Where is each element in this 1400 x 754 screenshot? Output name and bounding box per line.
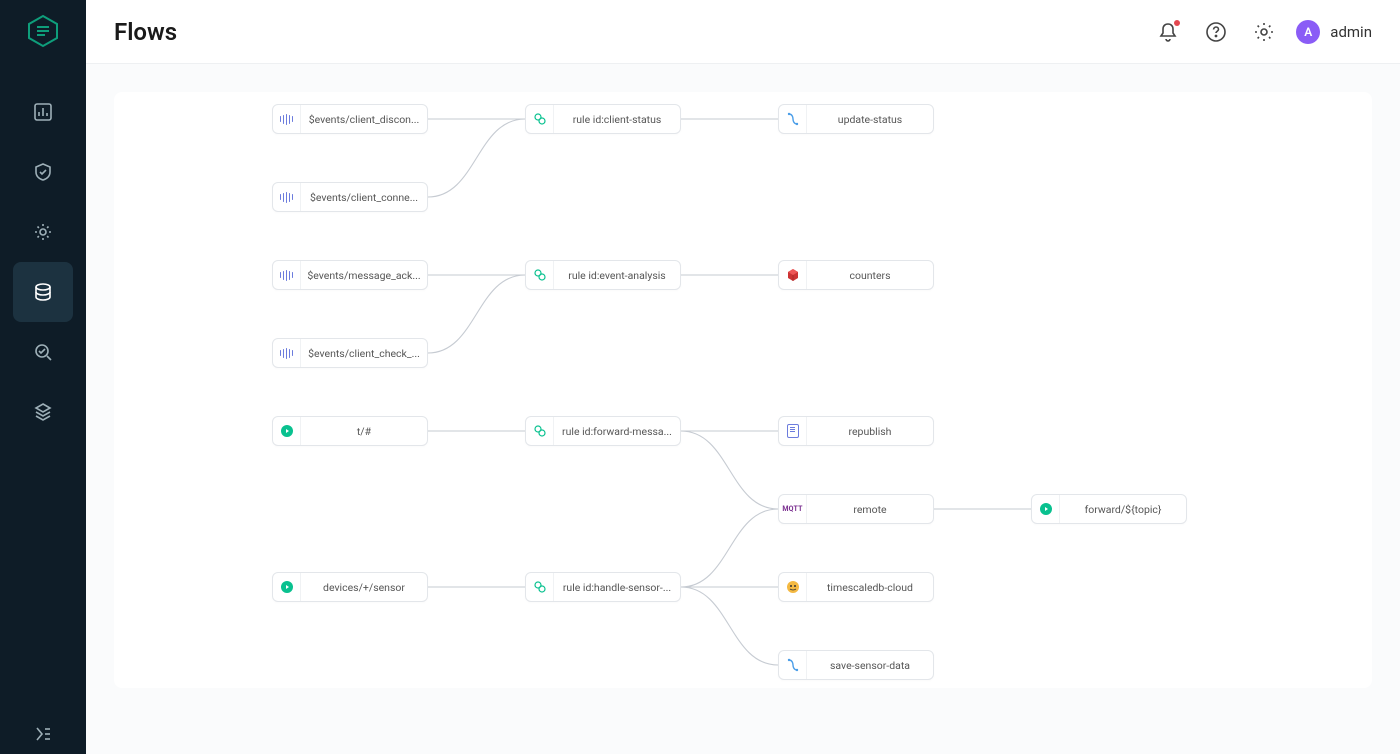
flow-node[interactable]: rule id:forward-messa... bbox=[525, 416, 681, 446]
republish-icon bbox=[787, 424, 799, 438]
flow-node-label: save-sensor-data bbox=[807, 659, 933, 672]
rule-icon bbox=[534, 269, 546, 281]
topic-icon bbox=[281, 425, 293, 437]
sidebar-item-diagnose[interactable] bbox=[13, 322, 73, 382]
flow-node-label: $events/message_ack... bbox=[301, 269, 427, 282]
flow-node[interactable]: save-sensor-data bbox=[778, 650, 934, 680]
flow-node[interactable]: devices/+/sensor bbox=[272, 572, 428, 602]
database-icon bbox=[786, 580, 800, 594]
user-avatar[interactable]: A bbox=[1296, 20, 1320, 44]
topic-icon bbox=[281, 581, 293, 593]
sidebar-item-monitor[interactable] bbox=[13, 82, 73, 142]
flow-node-label: $events/client_conne... bbox=[301, 191, 427, 204]
notifications-button[interactable] bbox=[1144, 8, 1192, 56]
event-icon bbox=[280, 270, 294, 281]
sidebar-item-cluster[interactable] bbox=[13, 382, 73, 442]
flow-node[interactable]: $events/message_ack... bbox=[272, 260, 428, 290]
flow-node-label: counters bbox=[807, 269, 933, 282]
flow-node[interactable]: rule id:handle-sensor-... bbox=[525, 572, 681, 602]
flow-node[interactable]: MQTT remote bbox=[778, 494, 934, 524]
flow-node-label: rule id:client-status bbox=[554, 113, 680, 126]
webhook-icon bbox=[786, 112, 800, 126]
flow-node-label: $events/client_discon... bbox=[301, 113, 427, 126]
sidebar bbox=[0, 0, 86, 754]
sidebar-collapse-button[interactable] bbox=[0, 714, 86, 754]
flow-node-label: timescaledb-cloud bbox=[807, 581, 933, 594]
flow-node[interactable]: $events/client_conne... bbox=[272, 182, 428, 212]
flow-node[interactable]: timescaledb-cloud bbox=[778, 572, 934, 602]
page-title: Flows bbox=[114, 18, 177, 46]
rule-icon bbox=[534, 113, 546, 125]
flow-node[interactable]: forward/${topic} bbox=[1031, 494, 1187, 524]
flow-node-label: remote bbox=[807, 503, 933, 516]
flow-node-label: devices/+/sensor bbox=[301, 581, 427, 594]
app-logo[interactable] bbox=[26, 14, 60, 48]
rule-icon bbox=[534, 581, 546, 593]
flow-node-label: rule id:event-analysis bbox=[554, 269, 680, 282]
settings-button[interactable] bbox=[1240, 8, 1288, 56]
cube-icon bbox=[786, 268, 800, 282]
topbar: Flows A admin bbox=[86, 0, 1400, 64]
flow-node[interactable]: t/# bbox=[272, 416, 428, 446]
flow-node-label: update-status bbox=[807, 113, 933, 126]
flow-node[interactable]: counters bbox=[778, 260, 934, 290]
flow-node[interactable]: rule id:client-status bbox=[525, 104, 681, 134]
event-icon bbox=[280, 348, 294, 359]
flow-node[interactable]: $events/client_discon... bbox=[272, 104, 428, 134]
flow-node-label: republish bbox=[807, 425, 933, 438]
flow-canvas[interactable]: $events/client_discon... $events/client_c… bbox=[114, 92, 1372, 688]
help-button[interactable] bbox=[1192, 8, 1240, 56]
rule-icon bbox=[534, 425, 546, 437]
topic-icon bbox=[1040, 503, 1052, 515]
flow-node-label: $events/client_check_... bbox=[301, 347, 427, 360]
notification-dot-icon bbox=[1174, 20, 1180, 26]
sidebar-item-management[interactable] bbox=[13, 202, 73, 262]
flow-node-label: rule id:handle-sensor-... bbox=[554, 581, 680, 594]
flow-node[interactable]: rule id:event-analysis bbox=[525, 260, 681, 290]
flow-node[interactable]: $events/client_check_... bbox=[272, 338, 428, 368]
flow-node[interactable]: update-status bbox=[778, 104, 934, 134]
flow-node-label: forward/${topic} bbox=[1060, 503, 1186, 516]
sidebar-item-access-control[interactable] bbox=[13, 142, 73, 202]
flow-node-label: t/# bbox=[301, 425, 427, 438]
event-icon bbox=[280, 192, 294, 203]
flow-node-label: rule id:forward-messa... bbox=[554, 425, 680, 438]
flow-node[interactable]: republish bbox=[778, 416, 934, 446]
user-name[interactable]: admin bbox=[1330, 23, 1372, 41]
sidebar-item-integration[interactable] bbox=[13, 262, 73, 322]
event-icon bbox=[280, 114, 294, 125]
mqtt-icon: MQTT bbox=[782, 505, 802, 513]
webhook-icon bbox=[786, 658, 800, 672]
